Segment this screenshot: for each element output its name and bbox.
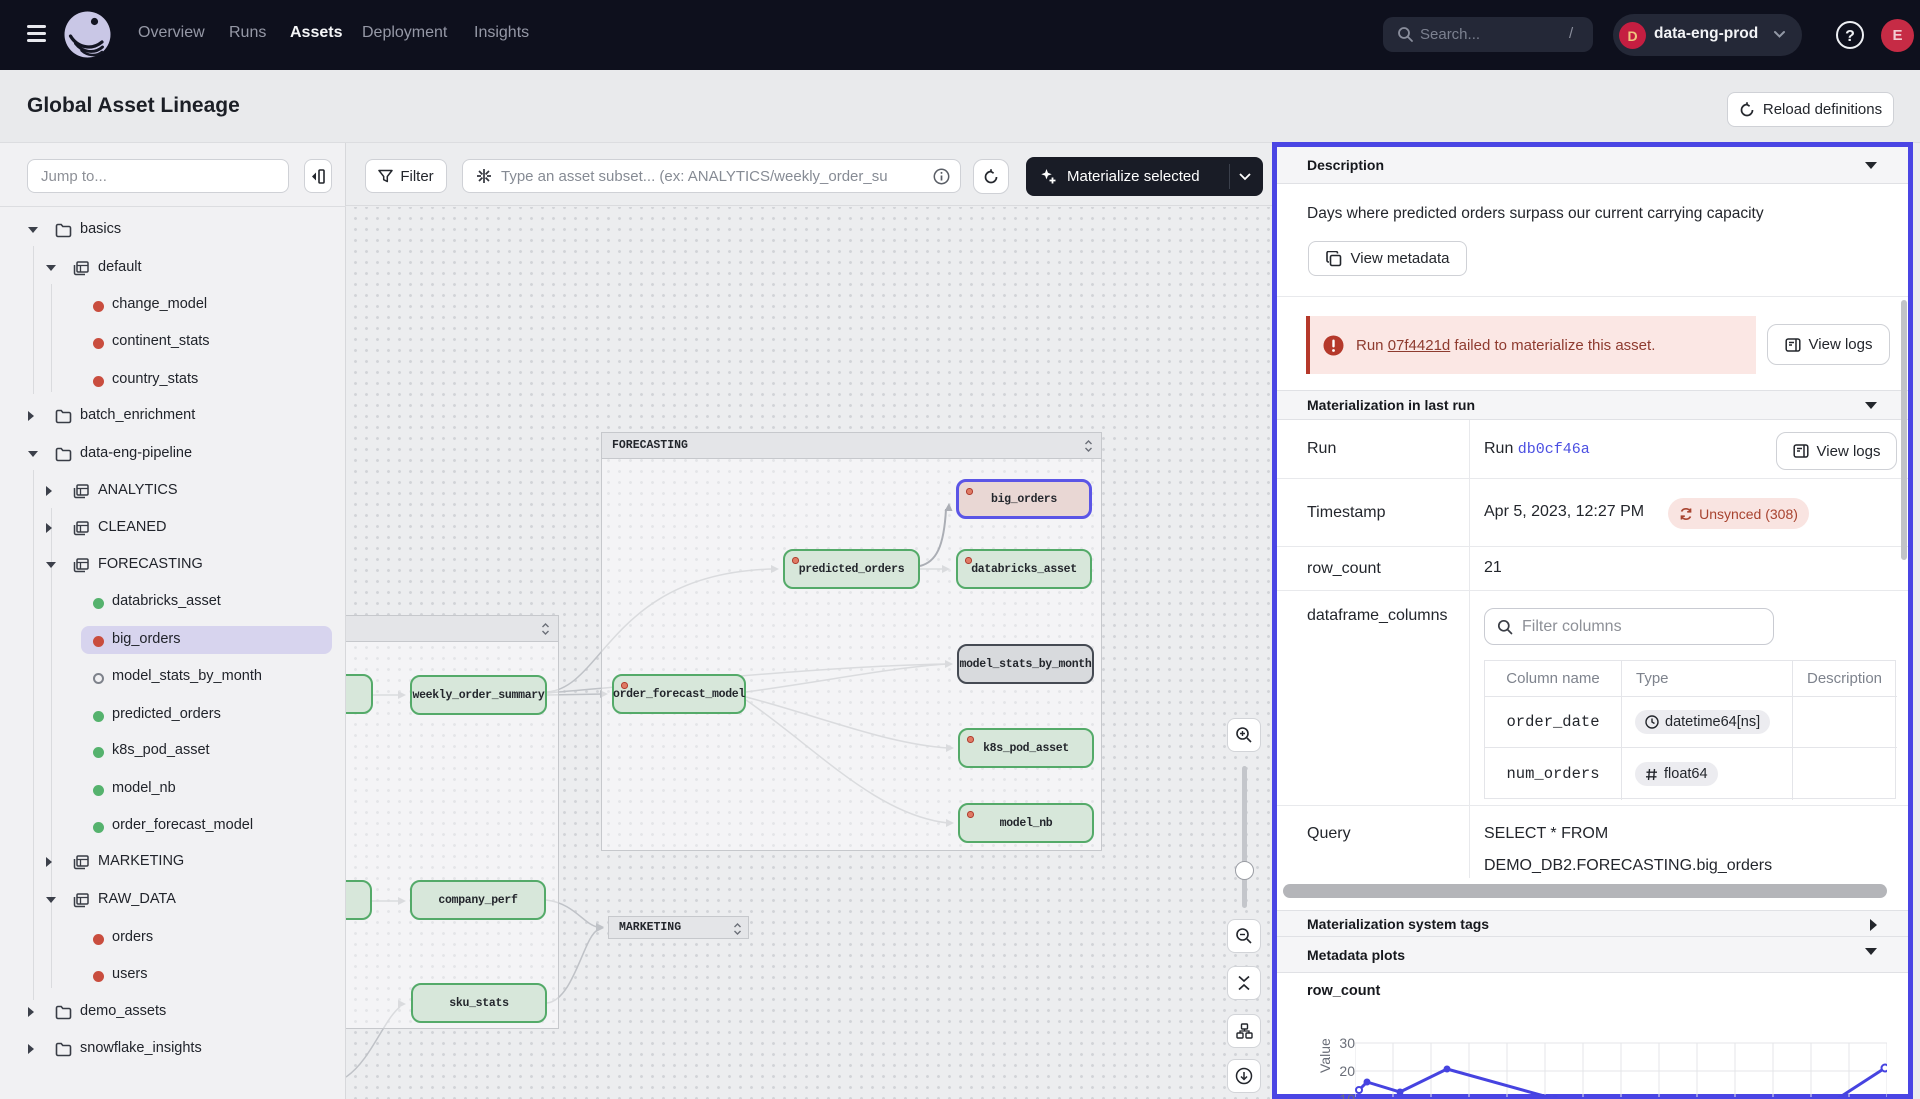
- svg-text:?: ?: [1845, 28, 1855, 45]
